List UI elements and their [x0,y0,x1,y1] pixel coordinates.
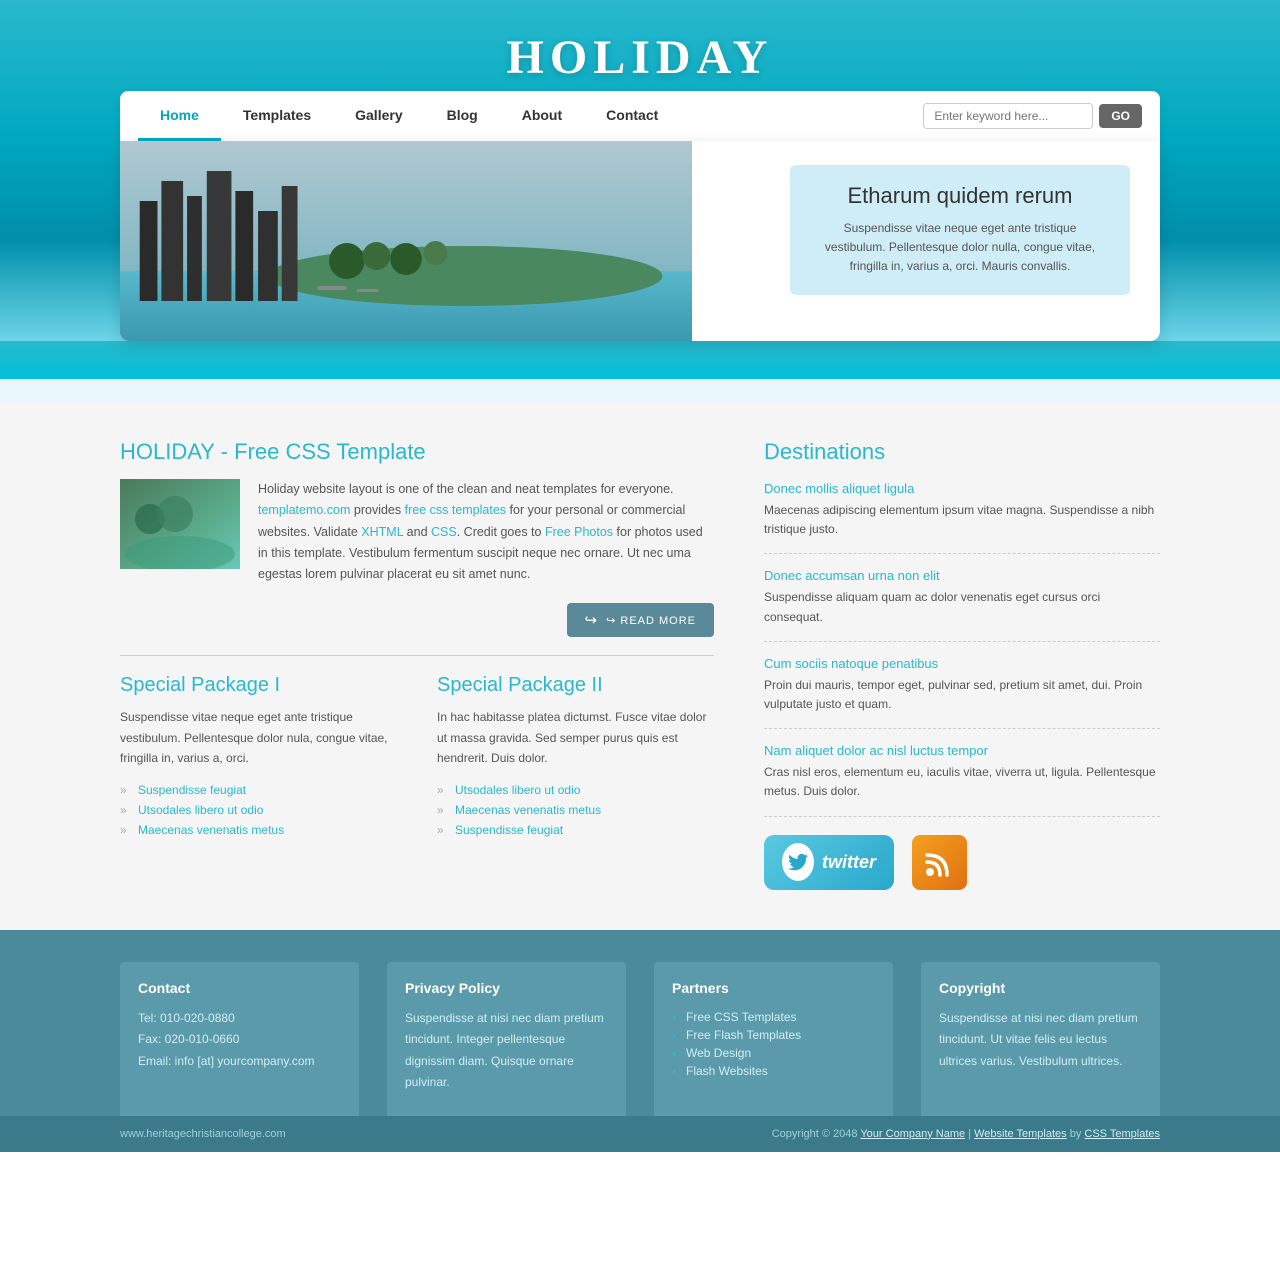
nav-about[interactable]: About [500,91,584,141]
hero-text-box: Etharum quidem rerum Suspendisse vitae n… [790,165,1130,295]
intro-image [120,479,240,569]
divider [120,655,714,656]
package-2-title: Special Package II [437,674,714,697]
nav-contact[interactable]: Contact [584,91,680,141]
footer-fax: Fax: 020-010-0660 [138,1032,239,1046]
dest-1-text: Maecenas adipiscing elementum ipsum vita… [764,501,1160,539]
dest-4-title: Nam aliquet dolor ac nisl luctus tempor [764,743,1160,758]
website-templates-link[interactable]: Website Templates [974,1128,1067,1140]
footer-privacy-title: Privacy Policy [405,980,608,996]
footer-email: Email: info [at] yourcompany.com [138,1054,315,1068]
main-content: HOLIDAY - Free CSS Template [0,401,1280,930]
twitter-label: twitter [822,852,876,873]
footer-privacy: Privacy Policy Suspendisse at nisi nec d… [387,962,626,1116]
read-more-button[interactable]: ↪ READ MORE [567,603,714,637]
intro-text: Holiday website layout is one of the cle… [258,479,714,585]
nav-links: Home Templates Gallery Blog About Contac… [138,91,923,141]
package-2-item-1: Utsodales libero ut odio [437,780,714,800]
left-column: HOLIDAY - Free CSS Template [120,439,714,890]
package-2-item-3: Suspendisse feugiat [437,820,714,840]
nav-templates[interactable]: Templates [221,91,333,141]
site-title: HOLIDAY [0,30,1280,85]
dest-item-1: Donec mollis aliquet ligula Maecenas adi… [764,481,1160,554]
package-1-item-3: Maecenas venenatis metus [120,820,397,840]
hero-wrap: Etharum quidem rerum Suspendisse vitae n… [120,141,1160,341]
nav-home[interactable]: Home [138,91,221,141]
footer-by: by [1070,1128,1082,1140]
twitter-bird-icon [782,843,814,881]
social-row: twitter [764,835,1160,890]
package-2-item-2: Maecenas venenatis metus [437,800,714,820]
footer-separator: | [968,1128,971,1140]
package-2-list: Utsodales libero ut odio Maecenas venena… [437,780,714,840]
footer-contact-info: Tel: 010-020-0880 Fax: 020-010-0660 Emai… [138,1008,341,1073]
read-more-container: ↪ READ MORE [120,603,714,637]
dest-2-text: Suspendisse aliquam quam ac dolor venena… [764,588,1160,626]
hero-cityscape [120,141,692,341]
footer: Contact Tel: 010-020-0880 Fax: 020-010-0… [0,930,1280,1116]
package-1-item-1: Suspendisse feugiat [120,780,397,800]
partner-1[interactable]: Free CSS Templates [672,1008,875,1026]
footer-privacy-text: Suspendisse at nisi nec diam pretium tin… [405,1008,608,1094]
css-link[interactable]: CSS [431,525,457,539]
dest-3-text: Proin dui mauris, tempor eget, pulvinar … [764,676,1160,714]
footer-copyright-col: Copyright Suspendisse at nisi nec diam p… [921,962,1160,1116]
search-input[interactable] [923,103,1093,129]
dest-3-title: Cum sociis natoque penatibus [764,656,1160,671]
footer-bottom: www.heritagechristiancollege.com Copyrig… [0,1116,1280,1152]
partner-4[interactable]: Flash Websites [672,1062,875,1080]
footer-contact-title: Contact [138,980,341,996]
footer-contact: Contact Tel: 010-020-0880 Fax: 020-010-0… [120,962,359,1116]
content-row: HOLIDAY - Free CSS Template [120,439,1160,890]
company-link[interactable]: Your Company Name [860,1128,965,1140]
dest-4-text: Cras nisl eros, elementum eu, iaculis vi… [764,763,1160,801]
free-css-link[interactable]: free css templates [405,503,506,517]
nav-blog[interactable]: Blog [425,91,500,141]
nav-gallery[interactable]: Gallery [333,91,424,141]
footer-partners: Partners Free CSS Templates Free Flash T… [654,962,893,1116]
footer-copyright-title: Copyright [939,980,1142,996]
package-1-item-2: Utsodales libero ut odio [120,800,397,820]
package-1: Special Package I Suspendisse vitae nequ… [120,674,397,840]
free-photos-link[interactable]: Free Photos [545,525,613,539]
partner-3[interactable]: Web Design [672,1044,875,1062]
partner-2[interactable]: Free Flash Templates [672,1026,875,1044]
light-strip [0,379,1280,401]
top-area: HOLIDAY Home Templates Gallery Blog Abou… [0,0,1280,341]
dest-2-title: Donec accumsan urna non elit [764,568,1160,583]
footer-copyright: Copyright © 2048 [772,1128,858,1140]
intro-block: Holiday website layout is one of the cle… [120,479,714,585]
package-1-text: Suspendisse vitae neque eget ante tristi… [120,707,397,768]
destinations-title: Destinations [764,439,1160,465]
main-section-title: HOLIDAY - Free CSS Template [120,439,714,465]
nav-search: GO [923,103,1142,129]
footer-bottom-left: www.heritagechristiancollege.com [120,1128,286,1140]
footer-partners-list: Free CSS Templates Free Flash Templates … [672,1008,875,1080]
css-templates-link[interactable]: CSS Templates [1084,1128,1160,1140]
dest-1-title: Donec mollis aliquet ligula [764,481,1160,496]
packages-row: Special Package I Suspendisse vitae nequ… [120,674,714,840]
footer-row: Contact Tel: 010-020-0880 Fax: 020-010-0… [120,962,1160,1116]
rss-badge[interactable] [912,835,967,890]
hero-text: Suspendisse vitae neque eget ante tristi… [812,219,1108,277]
dest-item-2: Donec accumsan urna non elit Suspendisse… [764,568,1160,641]
templatemo-link[interactable]: templatemo.com [258,503,350,517]
xhtml-link[interactable]: XHTML [361,525,403,539]
hero-heading: Etharum quidem rerum [812,183,1108,209]
footer-copyright-text: Suspendisse at nisi nec diam pretium tin… [939,1008,1142,1073]
right-column: Destinations Donec mollis aliquet ligula… [764,439,1160,890]
search-button[interactable]: GO [1099,104,1142,128]
package-1-list: Suspendisse feugiat Utsodales libero ut … [120,780,397,840]
dest-item-4: Nam aliquet dolor ac nisl luctus tempor … [764,743,1160,816]
footer-partners-title: Partners [672,980,875,996]
footer-tel: Tel: 010-020-0880 [138,1011,235,1025]
nav-bar: Home Templates Gallery Blog About Contac… [120,91,1160,141]
footer-bottom-right: Copyright © 2048 Your Company Name | Web… [772,1128,1160,1140]
teal-strip [0,341,1280,379]
package-2-text: In hac habitasse platea dictumst. Fusce … [437,707,714,768]
package-1-title: Special Package I [120,674,397,697]
twitter-badge[interactable]: twitter [764,835,894,890]
package-2: Special Package II In hac habitasse plat… [437,674,714,840]
dest-item-3: Cum sociis natoque penatibus Proin dui m… [764,656,1160,729]
